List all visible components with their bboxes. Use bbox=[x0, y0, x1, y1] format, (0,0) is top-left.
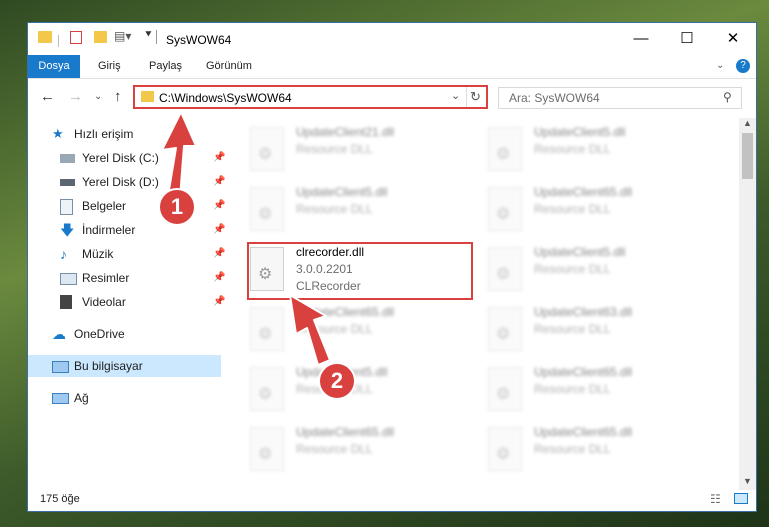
annotation-arrows bbox=[161, 111, 331, 366]
step-2-badge: 2 bbox=[318, 362, 356, 400]
step-1-badge: 1 bbox=[158, 188, 196, 226]
arrow-to-address-bar bbox=[161, 111, 197, 199]
arrow-to-file bbox=[289, 294, 331, 366]
